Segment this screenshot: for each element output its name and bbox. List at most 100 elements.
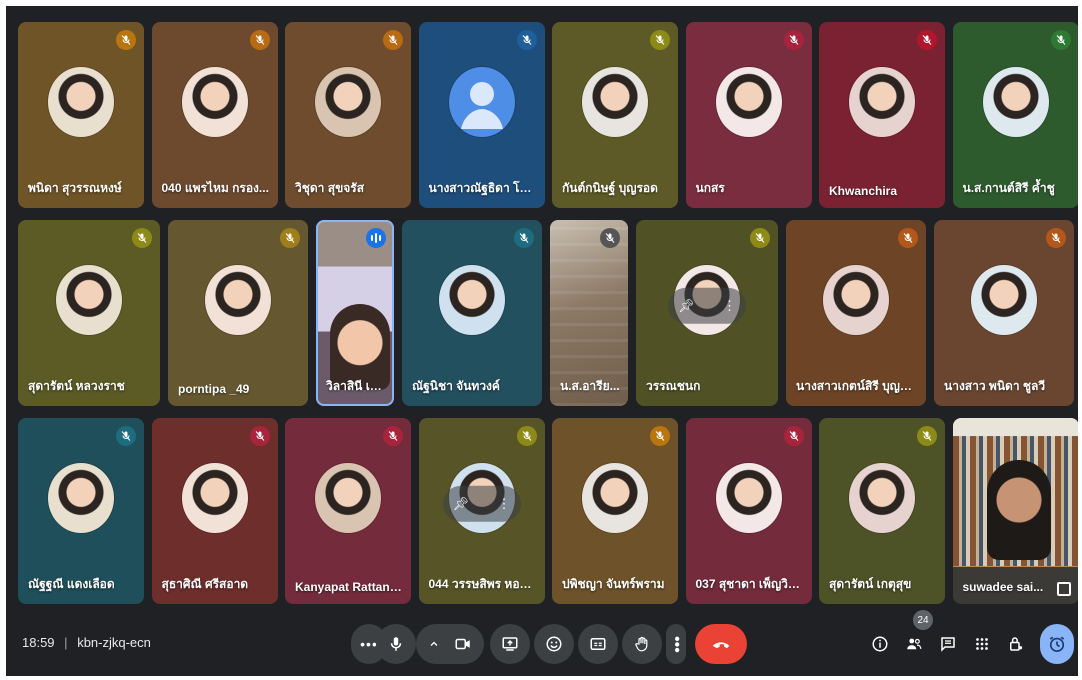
pin-icon[interactable]: 📌︎ bbox=[678, 298, 695, 314]
participant-tile[interactable]: นกสร bbox=[685, 22, 812, 208]
participant-tile[interactable]: ณัฐฐณี แดงเลือด bbox=[18, 418, 144, 604]
participant-count-badge: 24 bbox=[913, 610, 933, 630]
end-call-icon bbox=[712, 642, 730, 649]
muted-mic-icon bbox=[249, 30, 270, 50]
muted-mic-icon bbox=[280, 228, 300, 248]
chevron-up-icon[interactable] bbox=[428, 638, 440, 650]
tile-hover-controls: 📌︎ ⋮ bbox=[442, 485, 521, 522]
avatar bbox=[56, 265, 122, 335]
chat-icon bbox=[941, 637, 955, 652]
avatar bbox=[982, 67, 1049, 137]
participant-tile[interactable]: วิลาสินี เห... bbox=[316, 220, 394, 406]
avatar bbox=[715, 67, 782, 137]
microphone-icon bbox=[390, 637, 402, 651]
participant-tile[interactable]: สุธาศิณี ศรีสอาด bbox=[151, 418, 278, 604]
pip-icon[interactable] bbox=[1056, 582, 1071, 596]
participant-name: สุดารัตน์ หลวงราช bbox=[28, 379, 125, 393]
participant-tile[interactable]: สุดารัตน์ หลวงราช bbox=[18, 220, 160, 406]
participant-tile[interactable]: 040 แพรไหม กรอง... bbox=[151, 22, 278, 208]
tile-more-icon[interactable]: ⋮ bbox=[498, 496, 511, 512]
participant-name: สุธาศิณี ศรีสอาด bbox=[161, 577, 249, 591]
avatar bbox=[315, 463, 381, 533]
participant-name: suwadee sai... bbox=[962, 580, 1044, 594]
timer-button[interactable] bbox=[1040, 624, 1074, 664]
tile-more-icon[interactable]: ⋮ bbox=[723, 298, 736, 314]
participant-tile[interactable]: Kanyapat Rattana... bbox=[285, 418, 411, 604]
participant-name: 044 วรรษสิพร หอม... bbox=[428, 577, 537, 591]
muted-mic-icon bbox=[917, 426, 937, 446]
avatar bbox=[582, 463, 648, 533]
activities-button[interactable] bbox=[966, 628, 998, 660]
participant-tile[interactable]: 037 สุชาดา เพ็ญวิจิตร bbox=[685, 418, 812, 604]
participant-name: 037 สุชาดา เพ็ญวิจิตร bbox=[695, 577, 804, 591]
muted-mic-icon bbox=[783, 30, 804, 50]
participant-tile[interactable]: สุดารัตน์ เกตุสุข bbox=[819, 418, 945, 604]
participant-tile[interactable]: 📌︎ ⋮ 044 วรรษสิพร หอม... bbox=[418, 418, 545, 604]
participant-tile[interactable]: น.ส.กานต์สิรี ค้ำชู bbox=[952, 22, 1078, 208]
raise-hand-icon bbox=[635, 636, 648, 652]
captions-button[interactable] bbox=[578, 624, 618, 664]
end-call-button[interactable] bbox=[695, 624, 747, 664]
participant-tile[interactable]: พนิดา สุวรรณหงษ์ bbox=[18, 22, 144, 208]
meet-window: พนิดา สุวรรณหงษ์ 040 แพรไหม กรอง... วิชุดา… bbox=[6, 6, 1078, 676]
speaking-indicator-icon bbox=[366, 228, 386, 248]
avatar bbox=[48, 67, 114, 137]
avatar bbox=[48, 463, 114, 533]
camera-button[interactable] bbox=[416, 624, 484, 664]
timer-icon bbox=[1049, 636, 1065, 652]
muted-mic-icon bbox=[383, 30, 403, 50]
muted-mic-icon bbox=[116, 30, 136, 50]
emoji-button[interactable] bbox=[534, 624, 574, 664]
participant-name: กันต์กนิษฐ์ บุญรอด bbox=[562, 181, 658, 195]
raise-hand-button[interactable] bbox=[622, 624, 662, 664]
participant-tile[interactable]: วิชุดา สุขจรัส bbox=[285, 22, 411, 208]
participant-tile[interactable]: porntipa _49 bbox=[168, 220, 308, 406]
muted-mic-icon bbox=[383, 426, 403, 446]
pin-icon[interactable]: 📌︎ bbox=[453, 496, 470, 512]
participant-tile[interactable]: 📌︎ ⋮ วรรณชนก bbox=[636, 220, 778, 406]
microphone-button[interactable] bbox=[376, 624, 416, 664]
avatar bbox=[582, 67, 648, 137]
participant-name: น.ส.กานต์สิรี ค้ำชู bbox=[962, 181, 1055, 195]
participant-tile[interactable]: น.ส.อารีย... bbox=[550, 220, 628, 406]
participant-tile[interactable]: นางสาว พนิดา ชูลวี bbox=[934, 220, 1074, 406]
participant-tile[interactable]: นางสาวเกตน์สิรี บุญล่อง bbox=[786, 220, 926, 406]
participant-name: สุดารัตน์ เกตุสุข bbox=[829, 577, 912, 591]
people-button[interactable] bbox=[898, 628, 930, 660]
participant-name: 040 แพรไหม กรอง... bbox=[161, 181, 269, 195]
participant-tile[interactable]: นางสาวณัฐธิดา โครัตน์ bbox=[418, 22, 545, 208]
emoji-icon bbox=[546, 636, 562, 652]
participant-name: วิชุดา สุขจรัส bbox=[295, 181, 365, 195]
avatar bbox=[715, 463, 782, 533]
default-avatar bbox=[448, 67, 515, 137]
muted-mic-icon bbox=[917, 30, 937, 50]
present-button[interactable] bbox=[490, 624, 530, 664]
muted-mic-icon bbox=[650, 426, 670, 446]
participant-name: Khwanchira bbox=[829, 184, 898, 198]
avatar bbox=[849, 67, 915, 137]
more-vert-button[interactable]: ••• bbox=[666, 624, 686, 664]
participant-tile[interactable]: กันต์กนิษฐ์ บุญรอด bbox=[552, 22, 678, 208]
host-controls-button[interactable] bbox=[1000, 628, 1032, 660]
participant-tile[interactable]: suwadee sai... bbox=[952, 418, 1078, 604]
muted-mic-icon bbox=[514, 228, 534, 248]
host-controls-icon bbox=[1010, 637, 1023, 651]
meeting-code[interactable]: kbn-zjkq-ecn bbox=[77, 635, 151, 650]
participant-tile[interactable]: Khwanchira bbox=[819, 22, 945, 208]
avatar bbox=[439, 265, 505, 335]
avatar bbox=[315, 67, 381, 137]
participant-name: ปพิชญา จันทร์พราม bbox=[562, 577, 665, 591]
participant-name: ณัฐนิชา จันทวงค์ bbox=[412, 379, 500, 393]
participant-name: วรรณชนก bbox=[646, 379, 701, 393]
muted-mic-icon bbox=[516, 426, 537, 446]
muted-mic-icon bbox=[132, 228, 152, 248]
people-icon bbox=[907, 638, 922, 650]
participant-tile[interactable]: ณัฐนิชา จันทวงค์ bbox=[402, 220, 542, 406]
chat-button[interactable] bbox=[932, 628, 964, 660]
muted-mic-icon bbox=[249, 426, 270, 446]
muted-mic-icon bbox=[116, 426, 136, 446]
meeting-details-button[interactable] bbox=[864, 628, 896, 660]
muted-mic-icon bbox=[650, 30, 670, 50]
muted-mic-icon bbox=[1046, 228, 1066, 248]
participant-tile[interactable]: ปพิชญา จันทร์พราม bbox=[552, 418, 678, 604]
